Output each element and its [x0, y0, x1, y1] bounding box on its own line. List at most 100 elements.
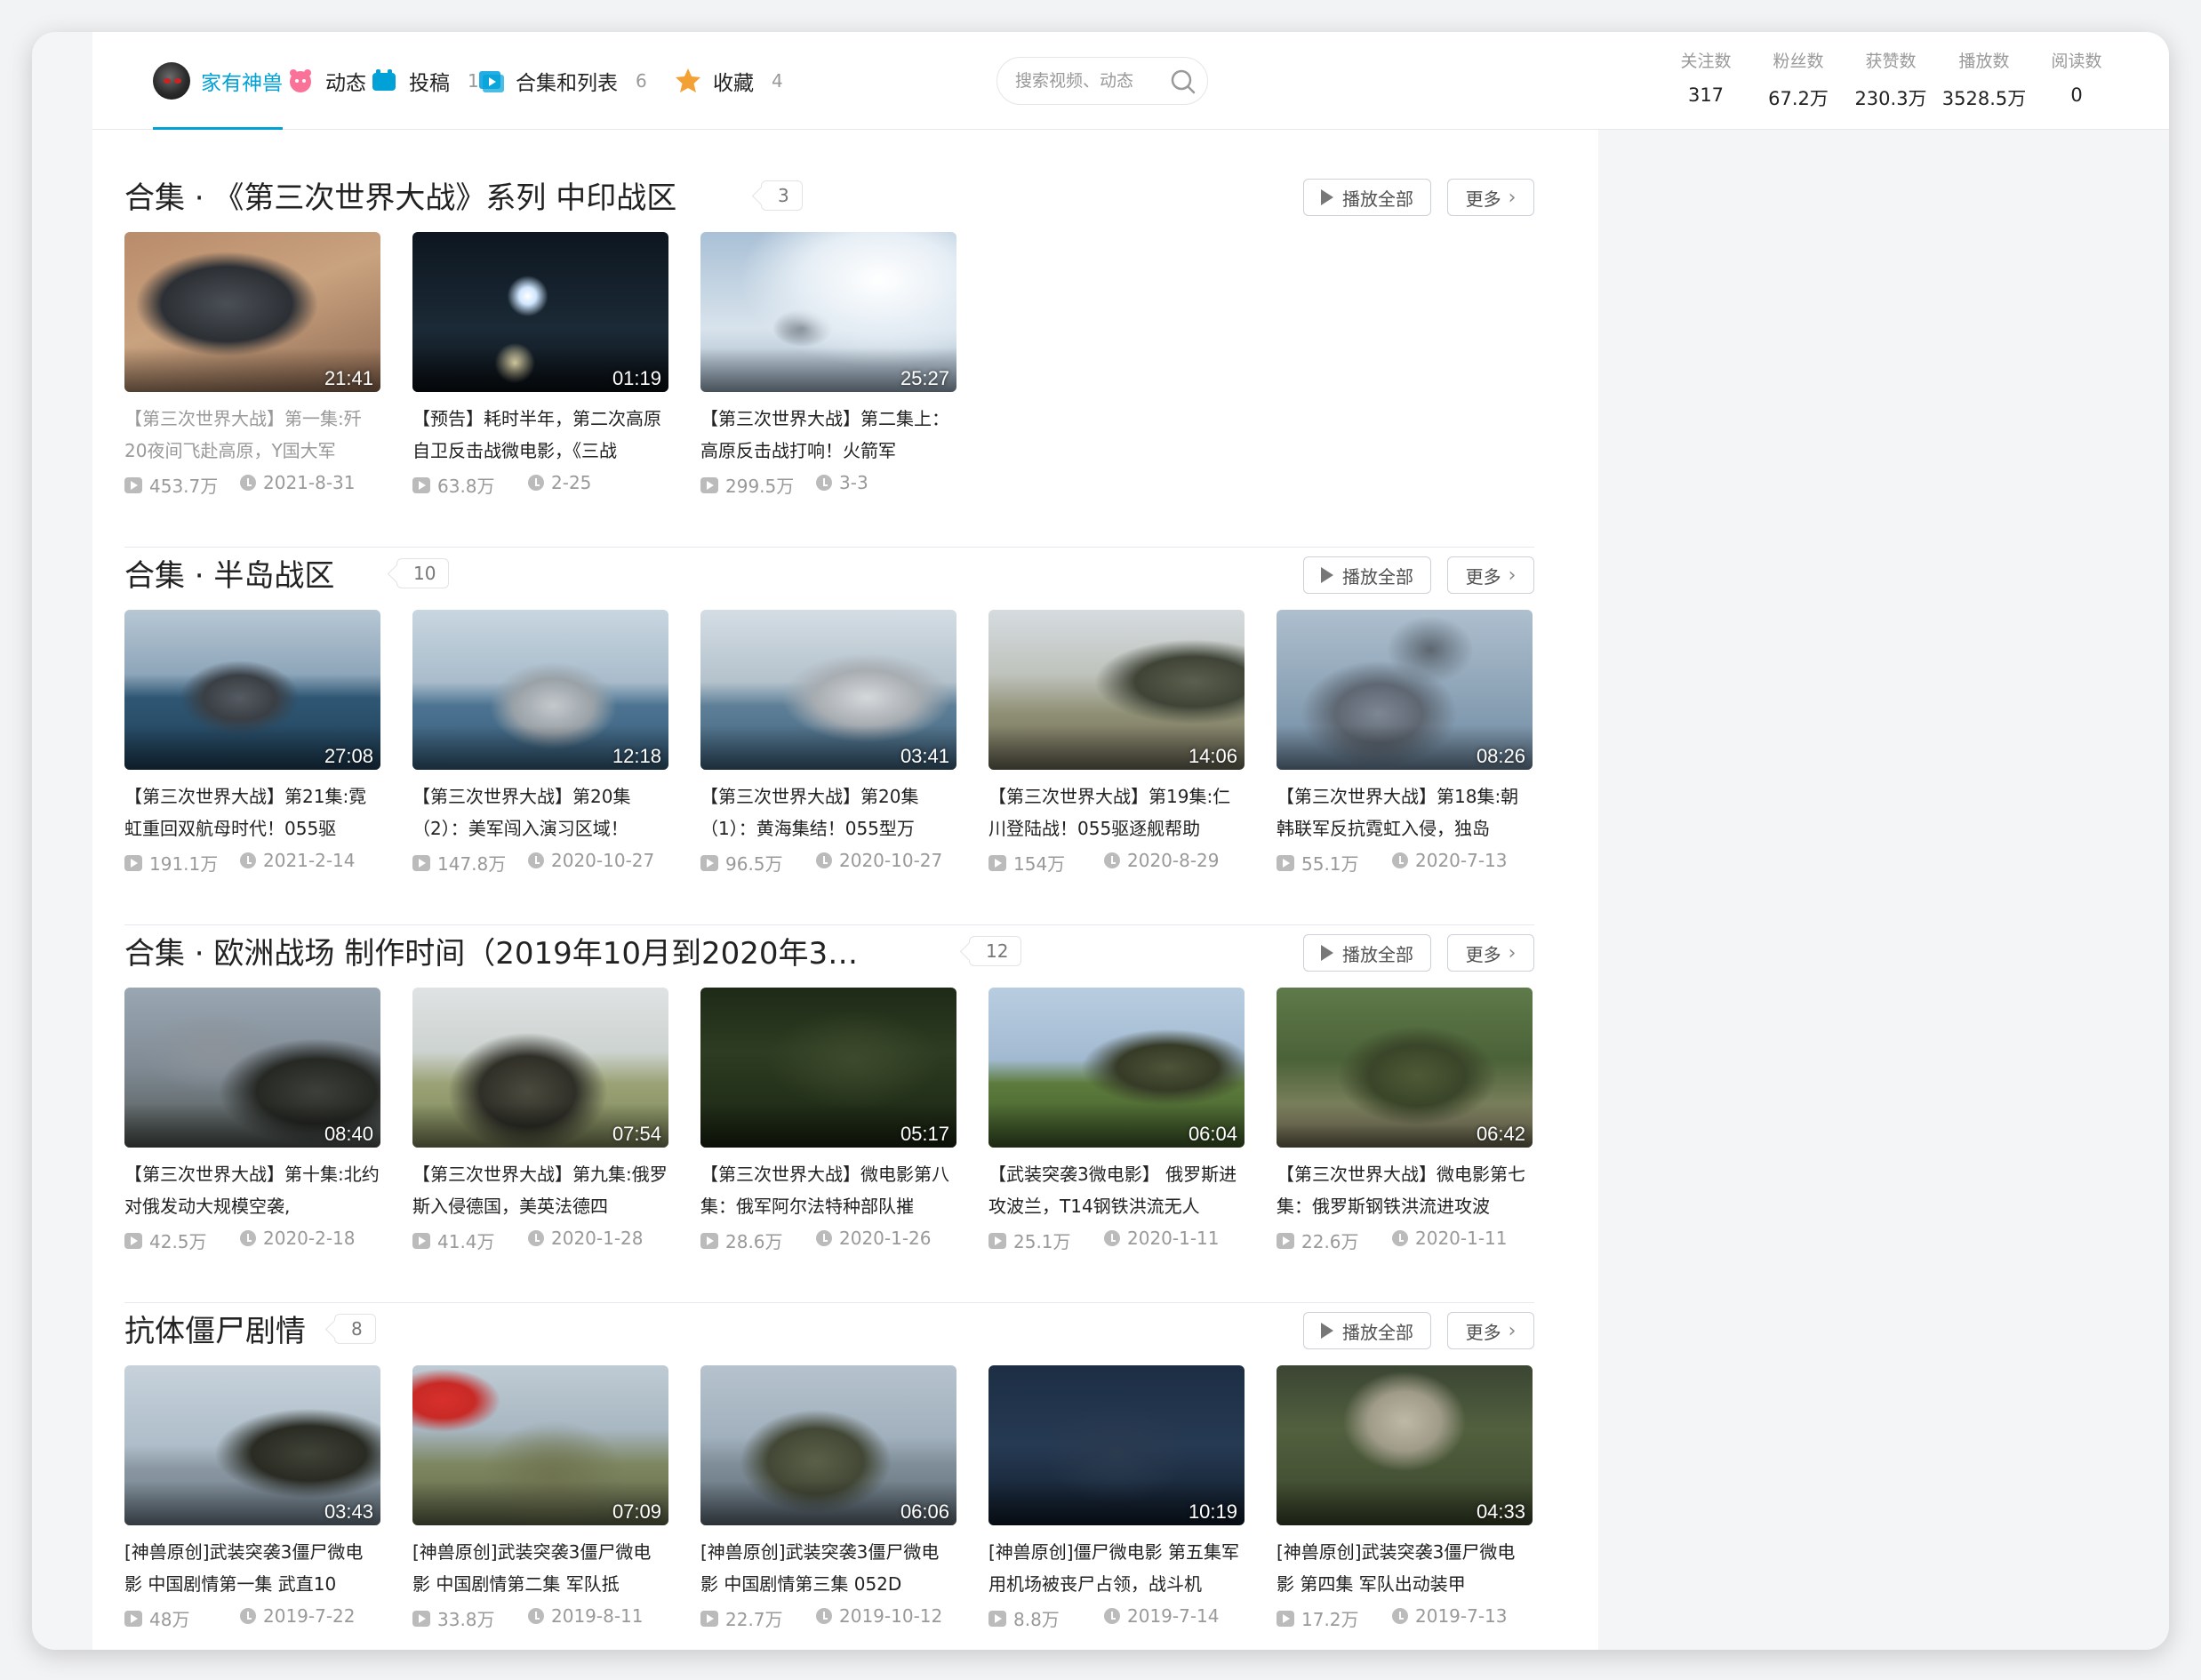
- video-thumbnail[interactable]: 01:19: [412, 232, 668, 392]
- clock-icon: [528, 1608, 544, 1624]
- play-count: 17.2万: [1277, 1605, 1359, 1631]
- video-title[interactable]: [神兽原创]武装突袭3僵尸微电影 中国剧情第一集 武直10: [124, 1536, 380, 1600]
- play-all-button[interactable]: 播放全部: [1303, 556, 1431, 594]
- video-card[interactable]: 03:43 [神兽原创]武装突袭3僵尸微电影 中国剧情第一集 武直10 48万 …: [124, 1365, 380, 1641]
- tab-dynamic[interactable]: 动态: [286, 32, 366, 130]
- clock-icon: [1104, 1230, 1120, 1246]
- video-title[interactable]: [神兽原创]武装突袭3僵尸微电影 第四集 军队出动装甲: [1277, 1536, 1533, 1600]
- video-title[interactable]: 【第三次世界大战】第20集（1）：黄海集结！055型万: [700, 780, 956, 844]
- video-card[interactable]: 06:04 【武装突袭3微电影】 俄罗斯进攻波兰，T14钢铁洪流无人 25.1万…: [988, 988, 1245, 1263]
- video-thumbnail[interactable]: 10:19: [988, 1365, 1245, 1525]
- stat-likes-label: 获赞数: [1865, 52, 1917, 71]
- section-title[interactable]: 抗体僵尸剧情: [124, 1307, 306, 1350]
- video-thumbnail[interactable]: 07:09: [412, 1365, 668, 1525]
- video-thumbnail[interactable]: 27:08: [124, 610, 380, 770]
- video-title[interactable]: [神兽原创]僵尸微电影 第五集军用机场被丧尸占领，战斗机: [988, 1536, 1245, 1600]
- video-card[interactable]: 04:33 [神兽原创]武装突袭3僵尸微电影 第四集 军队出动装甲 17.2万 …: [1277, 1365, 1533, 1641]
- video-card[interactable]: 08:26 【第三次世界大战】第18集:朝韩联军反抗霓虹入侵，独岛 55.1万 …: [1277, 610, 1533, 885]
- section-count-badge: 10: [396, 558, 450, 588]
- video-title[interactable]: 【第三次世界大战】第20集（2）：美军闯入演习区域！: [412, 780, 668, 844]
- play-count: 41.4万: [412, 1228, 495, 1253]
- section-title[interactable]: 合集 · 欧洲战场 制作时间（2019年10月到2020年3…: [124, 929, 858, 972]
- play-count-value: 299.5万: [725, 476, 795, 497]
- video-thumbnail[interactable]: 06:04: [988, 988, 1245, 1148]
- video-thumbnail[interactable]: 05:17: [700, 988, 956, 1148]
- video-duration: 03:43: [324, 1500, 373, 1523]
- user-avatar-icon[interactable]: [153, 62, 190, 100]
- video-card[interactable]: 10:19 [神兽原创]僵尸微电影 第五集军用机场被丧尸占领，战斗机 8.8万 …: [988, 1365, 1245, 1641]
- video-card[interactable]: 08:40 【第三次世界大战】第十集:北约对俄发动大规模空袭, 42.5万 20…: [124, 988, 380, 1263]
- search-input[interactable]: [1015, 71, 1157, 91]
- section-title[interactable]: 合集 · 《第三次世界大战》系列 中印战区: [124, 173, 676, 217]
- video-thumbnail[interactable]: 21:41: [124, 232, 380, 392]
- video-thumbnail[interactable]: 07:54: [412, 988, 668, 1148]
- video-thumbnail[interactable]: 06:42: [1277, 988, 1533, 1148]
- video-thumbnail[interactable]: 25:27: [700, 232, 956, 392]
- video-title[interactable]: 【第三次世界大战】第19集:仁川登陆战！055驱逐舰帮助: [988, 780, 1245, 844]
- clock-icon: [816, 1608, 832, 1624]
- publish-date-value: 2020-10-27: [551, 850, 655, 871]
- search-box[interactable]: [996, 57, 1208, 105]
- video-thumbnail[interactable]: 08:26: [1277, 610, 1533, 770]
- tab-uploads-label: 投稿: [409, 72, 450, 95]
- video-title[interactable]: [神兽原创]武装突袭3僵尸微电影 中国剧情第二集 军队抵: [412, 1536, 668, 1600]
- more-button[interactable]: 更多 ›: [1447, 556, 1534, 594]
- video-title[interactable]: [神兽原创]武装突袭3僵尸微电影 中国剧情第三集 052D: [700, 1536, 956, 1600]
- play-all-button[interactable]: 播放全部: [1303, 934, 1431, 972]
- search-icon[interactable]: [1170, 68, 1197, 95]
- play-all-button[interactable]: 播放全部: [1303, 1312, 1431, 1349]
- video-card[interactable]: 27:08 【第三次世界大战】第21集:霓虹重回双航母时代！055驱 191.1…: [124, 610, 380, 885]
- more-button[interactable]: 更多 ›: [1447, 934, 1534, 972]
- more-button[interactable]: 更多 ›: [1447, 179, 1534, 216]
- video-thumbnail[interactable]: 04:33: [1277, 1365, 1533, 1525]
- video-title[interactable]: 【第三次世界大战】第21集:霓虹重回双航母时代！055驱: [124, 780, 380, 844]
- tab-home[interactable]: 家有神兽: [153, 32, 283, 130]
- tab-collections[interactable]: 合集和列表 6: [476, 32, 647, 130]
- video-thumbnail[interactable]: 03:43: [124, 1365, 380, 1525]
- video-title[interactable]: 【第三次世界大战】第18集:朝韩联军反抗霓虹入侵，独岛: [1277, 780, 1533, 844]
- video-card[interactable]: 06:06 [神兽原创]武装突袭3僵尸微电影 中国剧情第三集 052D 22.7…: [700, 1365, 956, 1641]
- publish-date: 2019-7-14: [1104, 1605, 1220, 1627]
- publish-date: 2020-7-13: [1392, 850, 1508, 871]
- video-title[interactable]: 【第三次世界大战】第九集:俄罗斯入侵德国，美英法德四: [412, 1158, 668, 1222]
- stat-following[interactable]: 关注数 317: [1657, 48, 1755, 106]
- play-all-button[interactable]: 播放全部: [1303, 179, 1431, 216]
- video-card[interactable]: 07:54 【第三次世界大战】第九集:俄罗斯入侵德国，美英法德四 41.4万 2…: [412, 988, 668, 1263]
- more-button[interactable]: 更多 ›: [1447, 1312, 1534, 1349]
- video-thumbnail[interactable]: 03:41: [700, 610, 956, 770]
- video-card[interactable]: 12:18 【第三次世界大战】第20集（2）：美军闯入演习区域！ 147.8万 …: [412, 610, 668, 885]
- video-meta: 299.5万 3-3: [700, 468, 956, 499]
- video-duration: 08:26: [1476, 745, 1525, 767]
- video-title[interactable]: 【第三次世界大战】第一集:歼20夜间飞赴高原，Y国大军: [124, 403, 380, 467]
- video-title[interactable]: 【第三次世界大战】第十集:北约对俄发动大规模空袭,: [124, 1158, 380, 1222]
- video-card[interactable]: 06:42 【第三次世界大战】微电影第七集：俄罗斯钢铁洪流进攻波 22.6万 2…: [1277, 988, 1533, 1263]
- video-card[interactable]: 07:09 [神兽原创]武装突袭3僵尸微电影 中国剧情第二集 军队抵 33.8万…: [412, 1365, 668, 1641]
- video-title[interactable]: 【第三次世界大战】第二集上：高原反击战打响！火箭军: [700, 403, 956, 467]
- clock-icon: [240, 1608, 256, 1624]
- tab-favorites[interactable]: 收藏 4: [674, 32, 783, 130]
- video-card[interactable]: 21:41 【第三次世界大战】第一集:歼20夜间飞赴高原，Y国大军 453.7万…: [124, 232, 380, 508]
- video-title[interactable]: 【预告】耗时半年，第二次高原自卫反击战微电影，《三战: [412, 403, 668, 467]
- video-thumbnail[interactable]: 12:18: [412, 610, 668, 770]
- video-thumbnail[interactable]: 08:40: [124, 988, 380, 1148]
- video-card[interactable]: 14:06 【第三次世界大战】第19集:仁川登陆战！055驱逐舰帮助 154万 …: [988, 610, 1245, 885]
- stat-followers[interactable]: 粉丝数 67.2万: [1749, 48, 1847, 111]
- section-title[interactable]: 合集 · 半岛战区: [124, 551, 334, 595]
- video-thumbnail[interactable]: 06:06: [700, 1365, 956, 1525]
- video-title[interactable]: 【第三次世界大战】微电影第八集：俄军阿尔法特种部队摧: [700, 1158, 956, 1222]
- star-icon: [676, 68, 700, 92]
- video-meta: 22.6万 2020-1-11: [1277, 1224, 1533, 1254]
- play-count-value: 191.1万: [149, 853, 219, 875]
- play-count-icon: [412, 476, 430, 493]
- video-title[interactable]: 【武装突袭3微电影】 俄罗斯进攻波兰，T14钢铁洪流无人: [988, 1158, 1245, 1222]
- video-card[interactable]: 01:19 【预告】耗时半年，第二次高原自卫反击战微电影，《三战 63.8万 2…: [412, 232, 668, 508]
- video-card[interactable]: 25:27 【第三次世界大战】第二集上：高原反击战打响！火箭军 299.5万 3…: [700, 232, 956, 508]
- video-title[interactable]: 【第三次世界大战】微电影第七集：俄罗斯钢铁洪流进攻波: [1277, 1158, 1533, 1222]
- video-card[interactable]: 05:17 【第三次世界大战】微电影第八集：俄军阿尔法特种部队摧 28.6万 2…: [700, 988, 956, 1263]
- video-thumbnail[interactable]: 14:06: [988, 610, 1245, 770]
- chevron-right-icon: ›: [1508, 186, 1517, 209]
- play-count-value: 41.4万: [437, 1231, 495, 1252]
- play-count-value: 17.2万: [1301, 1609, 1359, 1630]
- video-card[interactable]: 03:41 【第三次世界大战】第20集（1）：黄海集结！055型万 96.5万 …: [700, 610, 956, 885]
- stat-followers-label: 粉丝数: [1773, 52, 1824, 71]
